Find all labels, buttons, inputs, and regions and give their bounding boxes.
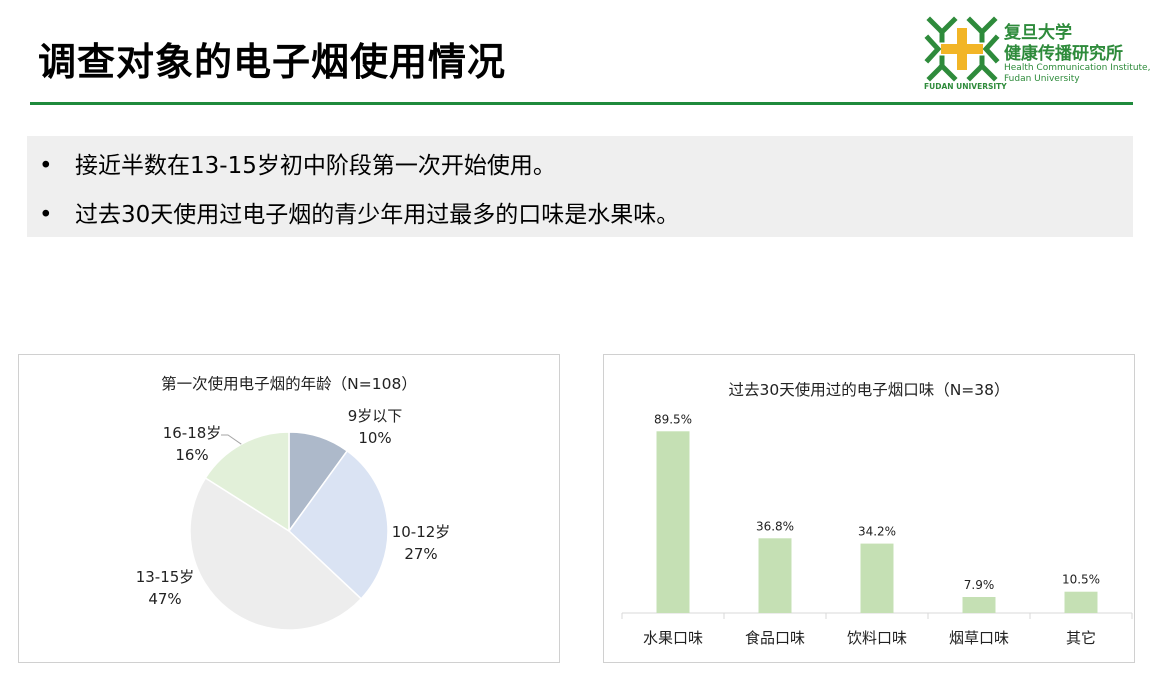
pie-slice-label: 16-18岁 [163,424,222,442]
x-tick-label: 水果口味 [643,629,703,647]
bullet-item-1: • 接近半数在13-15岁初中阶段第一次开始使用。 [39,151,556,181]
page-title: 调查对象的电子烟使用情况 [38,40,507,84]
pie-slice-label: 10-12岁 [392,523,451,541]
bullet-text: 接近半数在13-15岁初中阶段第一次开始使用。 [75,153,556,179]
logo-institute-name: 健康传播研究所 [1004,44,1123,64]
logo-english-line2: Fudan University [1004,74,1080,84]
pie-chart-panel: 第一次使用电子烟的年龄（N=108） 9岁以下 10% 10-12岁 27% 13-15… [18,354,560,663]
pie-slice-value-label: 10% [358,429,391,447]
summary-bullets: • 接近半数在13-15岁初中阶段第一次开始使用。 • 过去30天使用过电子烟的青少… [27,136,1133,237]
bar-chart-panel: 过去30天使用过的电子烟口味（N=38） 89.5% 36.8% 34.2% 7.9%… [603,354,1135,663]
title-underline [30,102,1133,105]
bar [656,431,690,613]
pie-leader-line [221,434,242,445]
bar-chart-title: 过去30天使用过的电子烟口味（N=38） [728,381,1009,399]
logo-university: FUDAN UNIVERSITY [924,82,1007,91]
fudan-logo: 复旦大学 健康传播研究所 Health Communication Instit… [924,14,1150,96]
bar-value-label: 10.5% [1062,573,1100,587]
pie-slice-value-label: 27% [404,545,437,563]
bar [962,597,996,613]
bar-value-label: 89.5% [654,412,692,426]
pie-slice-value-label: 16% [175,446,208,464]
bar-value-label: 34.2% [858,525,896,539]
x-tick-label: 其它 [1066,629,1096,647]
pie-chart: 第一次使用电子烟的年龄（N=108） 9岁以下 10% 10-12岁 27% 13-15… [136,375,451,631]
bar-value-label: 36.8% [756,519,794,533]
bullet-item-2: • 过去30天使用过电子烟的青少年用过最多的口味是水果味。 [39,200,679,230]
logo-english-line1: Health Communication Institute, [1004,63,1150,73]
pie-slice-label: 13-15岁 [136,568,195,586]
bar [758,538,792,613]
fudan-emblem-icon [924,16,1000,82]
bar-value-label: 7.9% [964,578,995,592]
bar-chart: 过去30天使用过的电子烟口味（N=38） 89.5% 36.8% 34.2% 7.9%… [621,381,1133,647]
x-tick-label: 饮料口味 [847,629,907,647]
pie-slice-label: 9岁以下 [348,407,403,425]
bar [1064,591,1098,613]
bullet-symbol: • [39,153,53,179]
bullet-symbol: • [39,202,53,228]
x-tick-label: 食品口味 [745,629,805,647]
pie-chart-title: 第一次使用电子烟的年龄（N=108） [161,375,417,393]
x-tick-label: 烟草口味 [949,629,1009,647]
pie-slice-value-label: 47% [148,590,181,608]
bullet-text: 过去30天使用过电子烟的青少年用过最多的口味是水果味。 [75,202,680,228]
bar [860,543,894,613]
